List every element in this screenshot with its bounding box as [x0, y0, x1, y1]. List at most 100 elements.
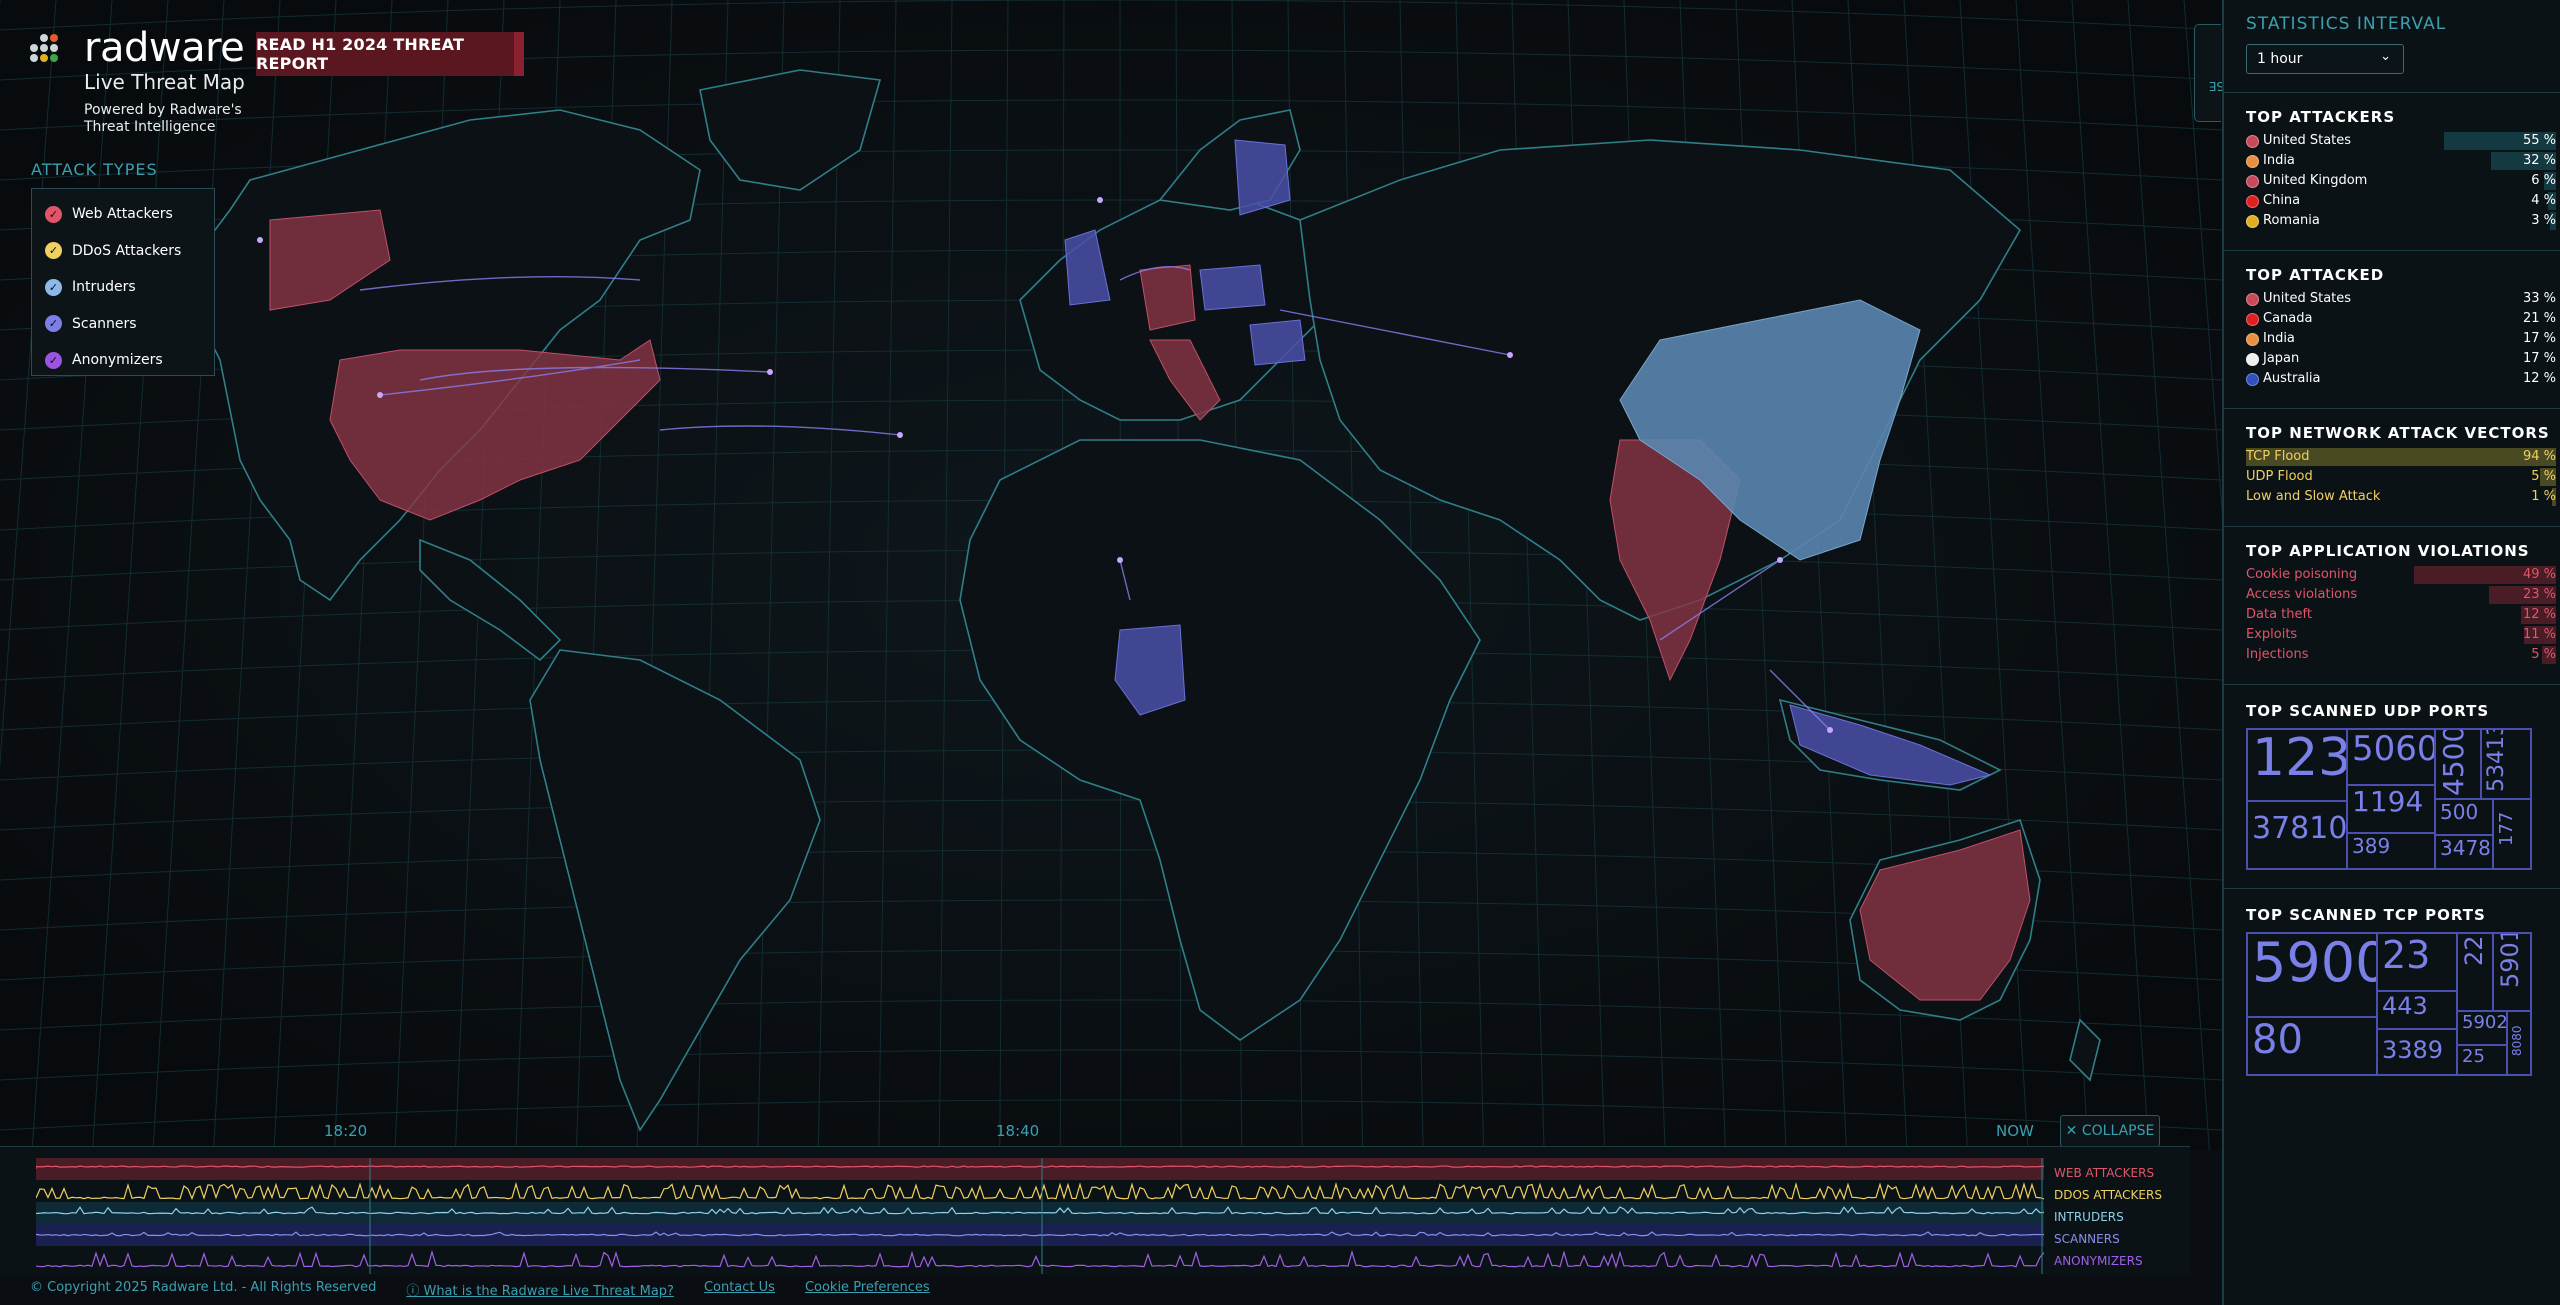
row-label: United States [2263, 133, 2352, 148]
tcp-port-cell: 23 [2377, 933, 2457, 991]
attack-types-panel: ✓ Web Attackers ✓ DDoS Attackers ✓ Intruders ✓… [31, 188, 215, 376]
row-percent: 4 % [2531, 193, 2556, 208]
interval-value: 1 hour [2257, 51, 2303, 67]
tcp-port-cell: 5901 [2493, 933, 2531, 1011]
udp-port-cell: 5060 [2347, 729, 2435, 785]
flag-icon [2246, 333, 2259, 346]
product-name: Live Threat Map [84, 70, 245, 94]
attack-types-title: ATTACK TYPES [31, 160, 158, 179]
world-map[interactable] [0, 0, 2222, 1150]
footer: © Copyright 2025 Radware Ltd. - All Righ… [30, 1280, 930, 1299]
timeline-chart [36, 1158, 2044, 1274]
row-label: Low and Slow Attack [2246, 489, 2381, 504]
attack-type-label: Anonymizers [72, 352, 163, 369]
what-is-link[interactable]: ⓘ What is the Radware Live Threat Map? [406, 1280, 674, 1299]
top-attackers-row: Romania 3 % [2246, 212, 2556, 230]
collapse-stats-button[interactable]: ✕ COLLAPSE [2194, 24, 2271, 122]
row-label: TCP Flood [2246, 449, 2310, 464]
collapse-timeline-button[interactable]: ✕ COLLAPSE [2060, 1115, 2160, 1147]
checkbox-icon[interactable]: ✓ [45, 351, 62, 369]
checkbox-icon[interactable]: ✓ [45, 278, 62, 296]
checkbox-icon[interactable]: ✓ [45, 205, 62, 223]
tcp-port-cell: 8080 [2507, 1011, 2531, 1075]
row-percent: 21 % [2522, 311, 2556, 326]
udp-port-cell: 37810 [2247, 801, 2347, 869]
top-app-violations-title: TOP APPLICATION VIOLATIONS [2246, 542, 2530, 560]
timeline-legend-item[interactable]: ANONYMIZERS [2054, 1254, 2143, 1268]
top-udp-ports-title: TOP SCANNED UDP PORTS [2246, 702, 2490, 720]
attack-type-toggle[interactable]: ✓ Web Attackers [32, 196, 214, 233]
udp-port-cell: 500 [2435, 799, 2493, 835]
udp-port-cell: 1194 [2347, 785, 2435, 833]
row-percent: 55 % [2522, 133, 2556, 148]
flag-icon [2246, 215, 2259, 228]
top-attacked-row: Japan 17 % [2246, 350, 2556, 368]
top-app-violations-row: Data theft 12 % [2246, 606, 2556, 624]
statistics-panel: STATISTICS INTERVAL 1 hour ⌄ TOP ATTACKE… [2222, 0, 2560, 1305]
copyright: © Copyright 2025 Radware Ltd. - All Righ… [30, 1280, 377, 1295]
top-app-violations-row: Injections 5 % [2246, 646, 2556, 664]
row-percent: 3 % [2531, 213, 2556, 228]
row-percent: 6 % [2531, 173, 2556, 188]
interval-select[interactable]: 1 hour ⌄ [2246, 44, 2404, 74]
flag-icon [2246, 195, 2259, 208]
row-label: UDP Flood [2246, 469, 2313, 484]
timeline-legend-item[interactable]: INTRUDERS [2054, 1210, 2124, 1224]
top-attacked-row: Australia 12 % [2246, 370, 2556, 388]
row-label: United Kingdom [2263, 173, 2368, 188]
top-attacked-title: TOP ATTACKED [2246, 266, 2385, 284]
row-label: United States [2263, 291, 2352, 306]
tcp-port-cell: 443 [2377, 991, 2457, 1029]
top-tcp-ports-title: TOP SCANNED TCP PORTS [2246, 906, 2486, 924]
threat-report-button[interactable]: READ H1 2024 THREAT REPORT [256, 32, 524, 76]
flag-icon [2246, 313, 2259, 326]
close-icon: ✕ [2065, 1123, 2082, 1139]
top-network-vectors-row: TCP Flood 94 % [2246, 448, 2556, 466]
checkbox-icon[interactable]: ✓ [45, 315, 62, 333]
top-network-vectors-title: TOP NETWORK ATTACK VECTORS [2246, 424, 2550, 442]
row-label: Injections [2246, 647, 2309, 662]
row-percent: 5 % [2531, 469, 2556, 484]
attack-type-toggle[interactable]: ✓ Anonymizers [32, 342, 214, 379]
top-attacked-row: India 17 % [2246, 330, 2556, 348]
row-label: Data theft [2246, 607, 2312, 622]
brand-name: radware [84, 25, 245, 71]
top-attacked-row: United States 33 % [2246, 290, 2556, 308]
highlight-poland [1199, 264, 1266, 311]
row-percent: 12 % [2522, 607, 2556, 622]
row-label: Exploits [2246, 627, 2298, 642]
attack-type-toggle[interactable]: ✓ Scanners [32, 306, 214, 343]
attack-type-label: Web Attackers [72, 206, 173, 223]
flag-icon [2246, 293, 2259, 306]
row-percent: 94 % [2522, 449, 2556, 464]
checkbox-icon[interactable]: ✓ [45, 242, 62, 260]
flag-icon [2246, 373, 2259, 386]
threat-map[interactable]: radware Live Threat Map Powered by Radwa… [0, 0, 2271, 1150]
udp-port-cell: 3478 [2435, 835, 2493, 869]
flag-icon [2246, 353, 2259, 366]
timeline-legend-item[interactable]: WEB ATTACKERS [2054, 1166, 2154, 1180]
powered-by: Powered by Radware's Threat Intelligence [84, 102, 242, 135]
row-label: Access violations [2246, 587, 2358, 602]
attack-type-toggle[interactable]: ✓ DDoS Attackers [32, 233, 214, 270]
highlight-germany [1139, 264, 1196, 331]
chevron-down-icon: ⌄ [2380, 49, 2391, 64]
row-label: Australia [2263, 371, 2321, 386]
row-percent: 23 % [2522, 587, 2556, 602]
top-attackers-title: TOP ATTACKERS [2246, 108, 2396, 126]
row-label: Cookie poisoning [2246, 567, 2358, 582]
row-label: Canada [2263, 311, 2313, 326]
flag-icon [2246, 175, 2259, 188]
flag-icon [2246, 155, 2259, 168]
cookie-link[interactable]: Cookie Preferences [805, 1280, 930, 1299]
tcp-port-cell: 25 [2457, 1045, 2507, 1075]
top-network-vectors-row: Low and Slow Attack 1 % [2246, 488, 2556, 506]
row-percent: 33 % [2522, 291, 2556, 306]
timeline-time-1: 18:20 [324, 1122, 368, 1140]
contact-link[interactable]: Contact Us [704, 1280, 775, 1299]
row-percent: 49 % [2522, 567, 2556, 582]
timeline-legend-item[interactable]: SCANNERS [2054, 1232, 2120, 1246]
timeline-legend-item[interactable]: DDOS ATTACKERS [2054, 1188, 2162, 1202]
attack-type-toggle[interactable]: ✓ Intruders [32, 269, 214, 306]
tcp-ports-treemap: 5900 23 22 5901 443 80 3389 5902 25 8080 [2246, 932, 2532, 1076]
